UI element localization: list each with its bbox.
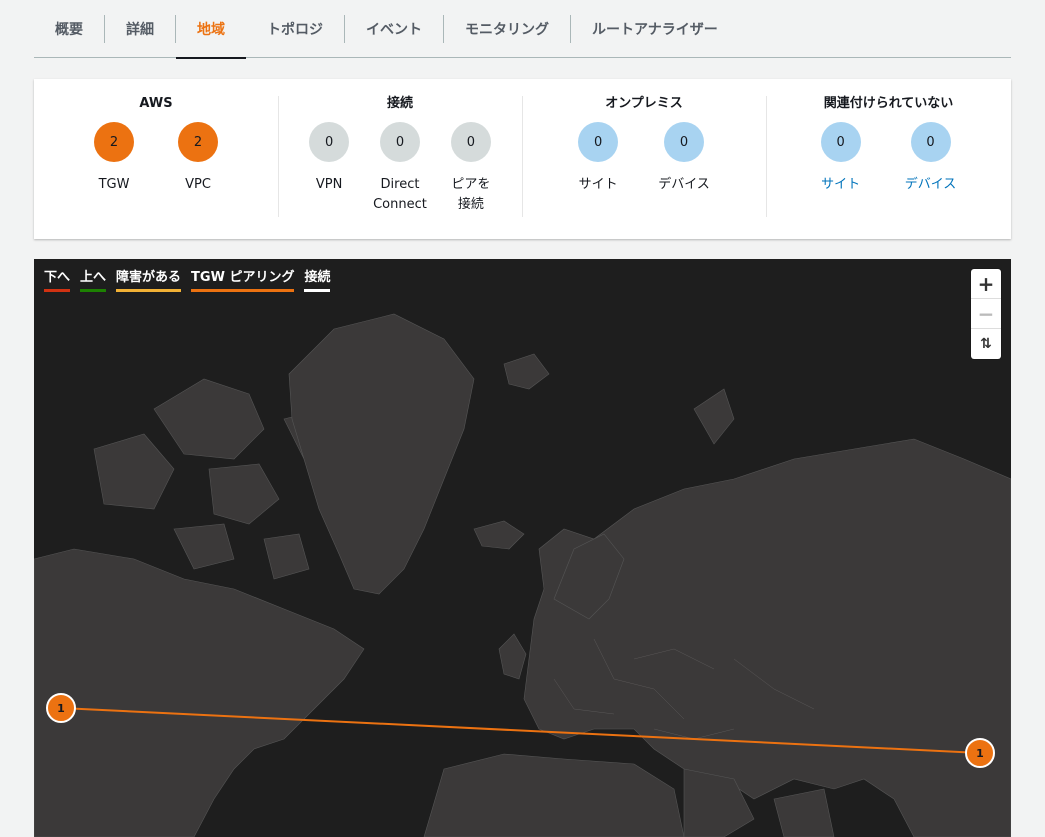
vpn-count: 0: [309, 122, 350, 162]
vpn-item[interactable]: 0 VPN: [309, 122, 350, 215]
legend-up[interactable]: 上へ: [80, 270, 107, 292]
onprem-site-item[interactable]: 0 サイト: [578, 122, 619, 195]
peer-connect-item[interactable]: 0 ピアを 接続: [450, 122, 491, 215]
direct-connect-item[interactable]: 0 Direct Connect: [373, 122, 427, 215]
unassociated-device-count: 0: [910, 122, 951, 162]
world-map[interactable]: 下へ 上へ 障害がある TGW ピアリング 接続 + − ⇅ 1 1: [34, 259, 1011, 837]
map-legend: 下へ 上へ 障害がある TGW ピアリング 接続: [44, 270, 331, 292]
unassociated-title: 関連付けられていない: [823, 96, 954, 111]
onprem-device-label: デバイス: [658, 177, 710, 192]
map-marker-asia[interactable]: 1: [965, 738, 995, 768]
vpc-count: 2: [178, 122, 218, 162]
onprem-site-count: 0: [578, 122, 619, 162]
peer-connect-label: ピアを 接続: [451, 177, 491, 212]
compass-icon: ⇅: [980, 336, 992, 352]
tab-events[interactable]: イベント: [344, 14, 443, 43]
legend-connection[interactable]: 接続: [304, 270, 331, 292]
legend-down[interactable]: 下へ: [44, 270, 71, 292]
unassociated-group: 関連付けられていない 0 サイト 0 デバイス: [766, 96, 1011, 217]
tab-route-analyzer[interactable]: ルートアナライザー: [570, 14, 739, 43]
tgw-item[interactable]: 2 TGW: [94, 122, 134, 195]
unassociated-device-link[interactable]: デバイス: [905, 175, 957, 195]
tgw-count: 2: [94, 122, 134, 162]
map-landmass: [34, 313, 1011, 837]
tab-geographic[interactable]: 地域: [175, 14, 246, 59]
tab-overview[interactable]: 概要: [34, 15, 104, 43]
legend-tgw-peering[interactable]: TGW ピアリング: [191, 270, 295, 292]
onprem-site-label: サイト: [578, 177, 618, 192]
onprem-title: オンプレミス: [605, 96, 683, 111]
vpc-item[interactable]: 2 VPC: [178, 122, 218, 195]
tgw-label: TGW: [98, 177, 130, 192]
peer-connect-count: 0: [450, 122, 491, 162]
unassociated-site-count: 0: [820, 122, 861, 162]
connections-group: 接続 0 VPN 0 Direct Connect 0 ピアを 接続: [278, 96, 522, 217]
onprem-device-count: 0: [664, 122, 704, 162]
reset-north-button[interactable]: ⇅: [971, 329, 1001, 359]
direct-connect-label: Direct Connect: [373, 177, 427, 212]
map-marker-us-west[interactable]: 1: [46, 693, 76, 723]
zoom-out-button[interactable]: −: [971, 299, 1001, 329]
zoom-in-button[interactable]: +: [971, 269, 1001, 299]
unassociated-site-link[interactable]: サイト: [821, 175, 860, 195]
onprem-device-item[interactable]: 0 デバイス: [658, 122, 710, 195]
tab-monitoring[interactable]: モニタリング: [443, 14, 570, 43]
unassociated-site-item[interactable]: 0 サイト: [820, 122, 861, 195]
connections-title: 接続: [386, 96, 413, 111]
aws-group: AWS 2 TGW 2 VPC: [34, 96, 278, 217]
aws-title: AWS: [139, 96, 173, 111]
summary-card: AWS 2 TGW 2 VPC 接続 0 VPN 0 Direct Connec: [34, 79, 1011, 239]
unassociated-device-item[interactable]: 0 デバイス: [905, 122, 957, 195]
tab-topology[interactable]: トポロジ: [246, 15, 344, 43]
onprem-group: オンプレミス 0 サイト 0 デバイス: [522, 96, 766, 217]
vpn-label: VPN: [315, 177, 343, 192]
legend-impaired[interactable]: 障害がある: [116, 270, 182, 292]
tab-bar: 概要 詳細 地域 トポロジ イベント モニタリング ルートアナライザー: [34, 0, 1011, 59]
tab-details[interactable]: 詳細: [104, 14, 175, 43]
vpc-label: VPC: [185, 177, 211, 192]
direct-connect-count: 0: [379, 122, 420, 162]
map-zoom-controls: + − ⇅: [971, 269, 1001, 359]
